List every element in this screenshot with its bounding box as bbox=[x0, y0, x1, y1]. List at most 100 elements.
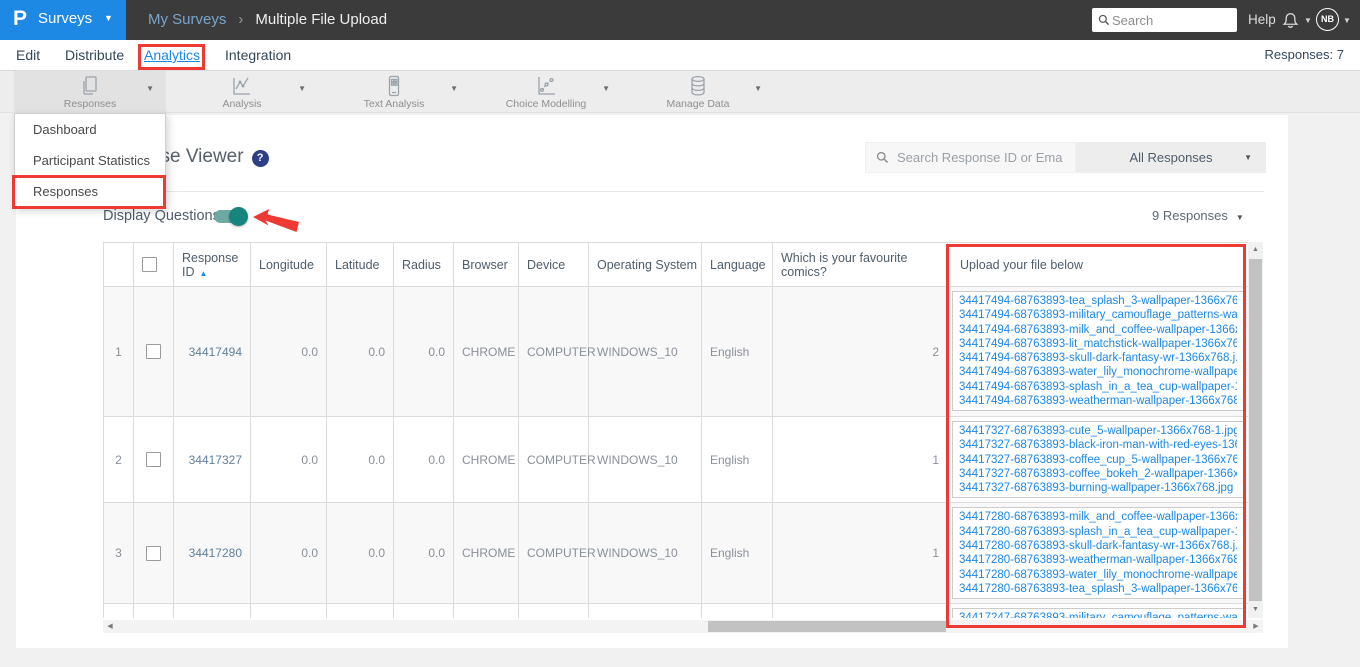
file-link[interactable]: 34417494-68763893-tea_splash_3-wallpaper… bbox=[959, 294, 1237, 308]
row-checkbox-cell bbox=[133, 603, 174, 618]
toolbar-analysis[interactable]: ▼ Analysis bbox=[166, 71, 318, 113]
column-header-comics-question[interactable]: Which is your favourite comics? bbox=[772, 242, 948, 287]
row-checkbox[interactable] bbox=[145, 545, 161, 561]
file-link[interactable]: 34417327-68763893-coffee_cup_5-wallpaper… bbox=[959, 453, 1237, 467]
column-header-language[interactable]: Language bbox=[701, 242, 773, 287]
global-search-input[interactable] bbox=[1110, 11, 1225, 29]
file-link[interactable]: 34417280-68763893-weatherman-wallpaper-1… bbox=[959, 553, 1237, 567]
column-header-device[interactable]: Device bbox=[518, 242, 589, 287]
language-cell bbox=[701, 603, 773, 618]
file-link[interactable]: 34417327-68763893-burning-wallpaper-1366… bbox=[959, 481, 1237, 495]
tab-analytics[interactable]: Analytics bbox=[144, 40, 200, 70]
chevron-down-icon[interactable]: ▼ bbox=[146, 84, 154, 93]
search-icon bbox=[876, 151, 889, 164]
file-link[interactable]: 34417280-68763893-skull-dark-fantasy-wr-… bbox=[959, 539, 1237, 553]
scroll-right-icon[interactable]: ▶ bbox=[1249, 620, 1263, 633]
tab-distribute[interactable]: Distribute bbox=[65, 40, 124, 70]
toolbar-label: Choice Modelling bbox=[505, 98, 587, 110]
toolbar-choice-modelling[interactable]: ▼ Choice Modelling bbox=[470, 71, 622, 113]
column-header-upload-file[interactable]: Upload your file below bbox=[947, 242, 1248, 287]
select-all-checkbox[interactable] bbox=[142, 257, 157, 273]
device-cell bbox=[518, 603, 589, 618]
menu-item-participant-statistics[interactable]: Participant Statistics bbox=[15, 145, 165, 176]
upload-files-cell: 34417280-68763893-milk_and_coffee-wallpa… bbox=[947, 502, 1248, 605]
file-link[interactable]: 34417494-68763893-military_camouflage_pa… bbox=[959, 308, 1237, 322]
file-link[interactable]: 34417494-68763893-splash_in_a_tea_cup-wa… bbox=[959, 380, 1237, 394]
chevron-down-icon[interactable]: ▼ bbox=[298, 84, 306, 93]
column-header-browser[interactable]: Browser bbox=[453, 242, 519, 287]
response-id-cell[interactable]: 34417280 bbox=[173, 502, 251, 605]
language-cell: English bbox=[701, 415, 773, 504]
chevron-down-icon[interactable]: ▼ bbox=[602, 84, 610, 93]
scroll-down-icon[interactable]: ▼ bbox=[1248, 602, 1263, 618]
horizontal-scrollbar-thumb[interactable] bbox=[708, 621, 946, 632]
file-link[interactable]: 34417327-68763893-coffee_bokeh_2-wallpap… bbox=[959, 467, 1237, 481]
column-header-longitude[interactable]: Longitude bbox=[250, 242, 327, 287]
response-id-cell[interactable]: 34417494 bbox=[173, 286, 251, 417]
toolbar-manage-data[interactable]: ▼ Manage Data bbox=[622, 71, 774, 113]
file-link[interactable]: 34417494-68763893-water_lily_monochrome-… bbox=[959, 365, 1237, 379]
file-link[interactable]: 34417494-68763893-milk_and_coffee-wallpa… bbox=[959, 323, 1237, 337]
toolbar-responses[interactable]: ▼ Responses bbox=[14, 71, 166, 113]
breadcrumb-my-surveys[interactable]: My Surveys bbox=[148, 11, 226, 28]
notifications-bell-icon[interactable] bbox=[1281, 9, 1300, 35]
annotation-arrow bbox=[253, 209, 299, 232]
scroll-up-icon[interactable]: ▲ bbox=[1248, 242, 1263, 258]
menu-item-dashboard[interactable]: Dashboard bbox=[15, 114, 165, 145]
tab-edit[interactable]: Edit bbox=[16, 40, 40, 70]
responses-table: Response ID ▲ Longitude Latitude Radius B… bbox=[103, 242, 1248, 618]
column-header-latitude[interactable]: Latitude bbox=[326, 242, 394, 287]
horizontal-scrollbar[interactable]: ◀ ▶ bbox=[103, 620, 1263, 633]
file-link[interactable]: 34417247-68763893-military_camouflage_pa… bbox=[959, 611, 1237, 618]
file-link[interactable]: 34417280-68763893-splash_in_a_tea_cup-wa… bbox=[959, 525, 1237, 539]
response-filter-dropdown[interactable]: All Responses ▼ bbox=[1076, 142, 1266, 173]
file-link[interactable]: 34417494-68763893-skull-dark-fantasy-wr-… bbox=[959, 351, 1237, 365]
response-id-cell[interactable] bbox=[173, 603, 251, 618]
help-question-icon[interactable]: ? bbox=[251, 150, 269, 167]
menu-item-responses[interactable]: Responses bbox=[15, 176, 165, 207]
file-link[interactable]: 34417494-68763893-weatherman-wallpaper-1… bbox=[959, 394, 1237, 408]
row-checkbox[interactable] bbox=[145, 452, 161, 467]
help-link[interactable]: Help bbox=[1248, 0, 1276, 40]
file-link[interactable]: 34417327-68763893-black-iron-man-with-re… bbox=[959, 438, 1237, 452]
chevron-down-icon[interactable]: ▼ bbox=[754, 84, 762, 93]
display-questions-toggle[interactable] bbox=[214, 207, 248, 226]
file-link[interactable]: 34417280-68763893-water_lily_monochrome-… bbox=[959, 568, 1237, 582]
row-checkbox[interactable] bbox=[145, 343, 161, 359]
column-header-os[interactable]: Operating System bbox=[588, 242, 702, 287]
vertical-scrollbar-thumb[interactable] bbox=[1249, 259, 1262, 601]
browser-cell: CHROME bbox=[453, 415, 519, 504]
response-search-input[interactable] bbox=[895, 149, 1065, 166]
tab-integration[interactable]: Integration bbox=[225, 40, 291, 70]
scroll-left-icon[interactable]: ◀ bbox=[103, 620, 117, 633]
chevron-down-icon[interactable]: ▼ bbox=[1304, 16, 1312, 25]
questionpro-logo-icon: P bbox=[13, 7, 28, 30]
chevron-down-icon[interactable]: ▼ bbox=[1343, 16, 1351, 25]
avatar[interactable]: NB bbox=[1316, 8, 1339, 31]
column-header-response-id[interactable]: Response ID ▲ bbox=[173, 242, 251, 287]
response-search[interactable] bbox=[865, 142, 1076, 173]
responses-count-badge[interactable]: Responses: 7 bbox=[1265, 40, 1345, 70]
column-header-radius[interactable]: Radius bbox=[393, 242, 454, 287]
upload-files-cell: 34417247-68763893-military_camouflage_pa… bbox=[947, 603, 1248, 618]
row-checkbox-cell bbox=[133, 415, 174, 504]
toolbar-text-analysis[interactable]: ▼ Text Analysis bbox=[318, 71, 470, 113]
device-cell: COMPUTER bbox=[518, 415, 596, 504]
vertical-scrollbar[interactable]: ▲ ▼ bbox=[1248, 242, 1263, 618]
response-id-cell[interactable]: 34417327 bbox=[173, 415, 251, 504]
chevron-down-icon[interactable]: ▼ bbox=[450, 84, 458, 93]
analysis-icon bbox=[230, 74, 254, 98]
global-search[interactable] bbox=[1092, 8, 1237, 32]
surveys-menu-button[interactable]: P Surveys ▼ bbox=[0, 0, 126, 40]
file-link[interactable]: 34417494-68763893-lit_matchstick-wallpap… bbox=[959, 337, 1237, 351]
survey-nav: Responses: 7 Edit Distribute Analytics Inte… bbox=[0, 40, 1360, 71]
longitude-cell: 0.0 bbox=[250, 286, 327, 417]
uploaded-files-box: 34417327-68763893-cute_5-wallpaper-1366x… bbox=[952, 421, 1244, 499]
file-link[interactable]: 34417280-68763893-milk_and_coffee-wallpa… bbox=[959, 510, 1237, 524]
row-number-cell: 3 bbox=[103, 502, 134, 605]
file-link[interactable]: 34417327-68763893-cute_5-wallpaper-1366x… bbox=[959, 424, 1237, 438]
responses-count-dropdown[interactable]: 9 Responses ▼ bbox=[1152, 208, 1244, 223]
file-link[interactable]: 34417280-68763893-tea_splash_3-wallpaper… bbox=[959, 582, 1237, 596]
display-questions-label: Display Questions bbox=[103, 208, 220, 224]
app-root: P Surveys ▼ My Surveys › Multiple File Upl… bbox=[0, 0, 1360, 667]
